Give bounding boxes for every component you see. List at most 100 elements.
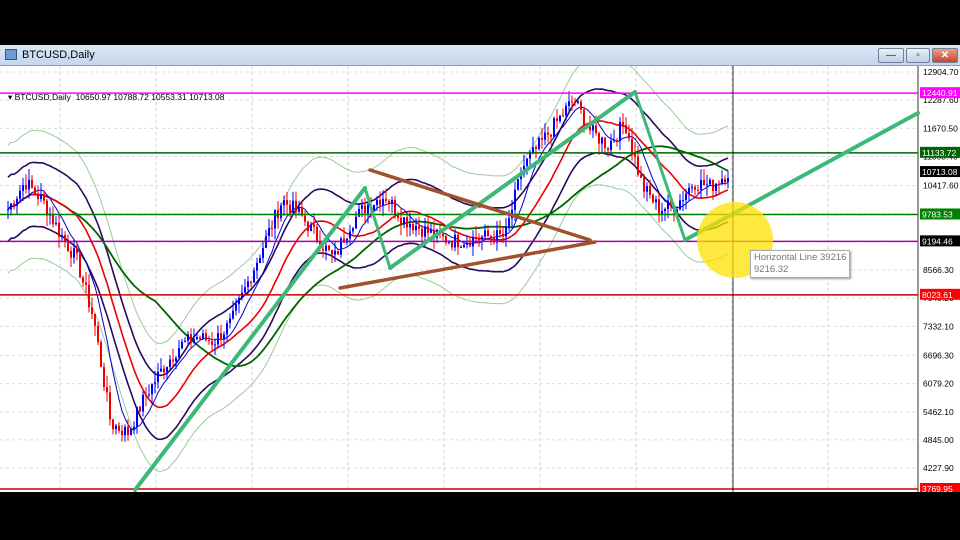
candle-body — [154, 382, 156, 384]
candle-body — [136, 406, 138, 427]
candle-body — [388, 200, 390, 204]
candle-body — [565, 105, 567, 116]
axis-tick-label: 12904.70 — [923, 67, 959, 77]
candle-body — [412, 223, 414, 231]
maximize-button[interactable]: ▫ — [906, 48, 930, 63]
candle-body — [706, 184, 708, 186]
candle-body — [694, 186, 696, 190]
candle-body — [205, 333, 207, 341]
candle-body — [226, 323, 228, 335]
candle-body — [130, 428, 132, 436]
candle-body — [148, 394, 150, 396]
minimize-button[interactable]: — — [878, 48, 904, 63]
candle-body — [352, 228, 354, 232]
candle-body — [229, 318, 231, 324]
candle-body — [703, 179, 705, 186]
candle-body — [727, 178, 729, 183]
candle-body — [28, 179, 30, 190]
candle-body — [349, 231, 351, 239]
candle-body — [310, 224, 312, 232]
axis-tick-label: 5462.10 — [923, 407, 954, 417]
candle-body — [628, 133, 630, 139]
candle-body — [304, 215, 306, 222]
candle-body — [259, 257, 261, 263]
candle-body — [316, 226, 318, 241]
candle-body — [607, 148, 609, 151]
candle-body — [592, 125, 594, 131]
candle-body — [64, 235, 66, 242]
candle-body — [70, 250, 72, 258]
low-value: 10553.31 — [151, 92, 187, 102]
candle-body — [61, 235, 63, 237]
candle-body — [67, 241, 69, 251]
candle-body — [424, 226, 426, 237]
candle-body — [679, 200, 681, 210]
candle-body — [157, 371, 159, 383]
chart-canvas[interactable]: 12904.7012287.6011670.5011053.4010417.60… — [0, 56, 960, 494]
candle-body — [112, 419, 114, 430]
candle-body — [718, 183, 720, 185]
candle-body — [367, 204, 369, 214]
high-value: 10788.72 — [113, 92, 149, 102]
candle-body — [490, 236, 492, 238]
candle-body — [481, 236, 483, 240]
candle-body — [127, 426, 129, 436]
candle-body — [163, 368, 165, 373]
candle-body — [364, 205, 366, 214]
candle-body — [568, 101, 570, 106]
candle-body — [700, 179, 702, 190]
candle-body — [382, 198, 384, 206]
candle-body — [79, 253, 81, 278]
open-value: 10650.97 — [75, 92, 112, 102]
candle-body — [598, 133, 600, 144]
axis-tick-label: 7332.10 — [923, 321, 954, 331]
candle-body — [625, 125, 627, 134]
candle-body — [484, 230, 486, 237]
candle-body — [172, 359, 174, 362]
axis-tick-label: 4227.90 — [923, 463, 954, 473]
candle-body — [262, 247, 264, 258]
candle-body — [649, 186, 651, 196]
candle-body — [181, 341, 183, 349]
candle-body — [559, 115, 561, 121]
close-button[interactable]: ✕ — [932, 48, 958, 63]
candle-body — [217, 333, 219, 345]
candle-body — [124, 426, 126, 436]
candle-body — [427, 226, 429, 233]
horizontal-line-tooltip: Horizontal Line 39216 9216.32 — [750, 250, 851, 278]
ma-50 — [7, 145, 729, 368]
candle-body — [724, 178, 726, 183]
candle-body — [334, 250, 336, 255]
axis-tick-label: 6696.30 — [923, 350, 954, 360]
candle-body — [637, 156, 639, 175]
candle-body — [250, 281, 252, 283]
candle-body — [103, 366, 105, 387]
axis-tick-label: 4845.00 — [923, 435, 954, 445]
candle-body — [175, 357, 177, 362]
candle-body — [385, 198, 387, 201]
candle-body — [691, 186, 693, 188]
candle-body — [40, 194, 42, 199]
candle-body — [325, 245, 327, 251]
candle-body — [664, 209, 666, 211]
candle-body — [139, 406, 141, 412]
tooltip-line-name: Horizontal Line 39216 — [754, 252, 847, 263]
candle-body — [13, 203, 15, 206]
candle-body — [43, 194, 45, 201]
candle-body — [322, 248, 324, 251]
candle-body — [166, 367, 168, 373]
candle-body — [469, 242, 471, 247]
candle-body — [541, 137, 543, 140]
candle-body — [415, 225, 417, 231]
ma-20 — [7, 120, 729, 409]
candle-body — [247, 281, 249, 288]
candle-body — [52, 214, 54, 225]
price-label: 10713.08 — [922, 167, 958, 177]
price-chart[interactable]: 12904.7012287.6011670.5011053.4010417.60… — [0, 56, 960, 494]
candle-body — [118, 425, 120, 431]
candle-body — [577, 101, 579, 103]
candle-body — [448, 242, 450, 244]
candle-body — [514, 189, 516, 210]
candle-body — [604, 137, 606, 149]
candle-body — [22, 185, 24, 191]
